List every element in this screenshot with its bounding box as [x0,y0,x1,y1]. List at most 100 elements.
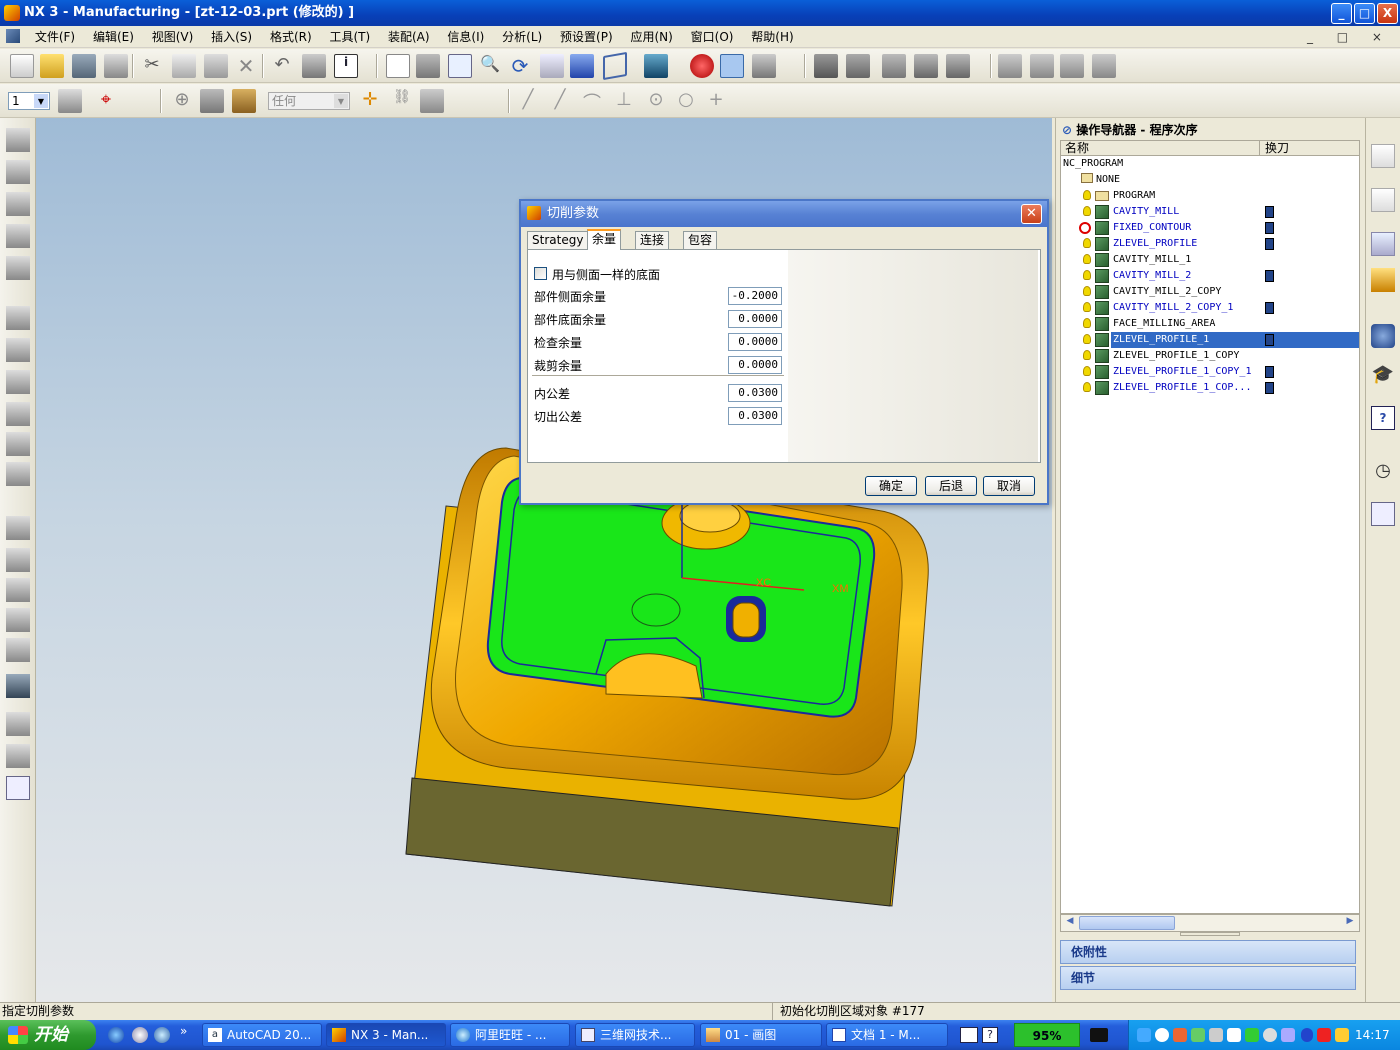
method-icon[interactable] [946,54,970,78]
object-icon[interactable] [6,638,30,662]
menu-format[interactable]: 格式(R) [263,26,319,48]
select-body-icon[interactable] [232,89,256,113]
same-floor-as-side-checkbox[interactable] [534,267,547,280]
tree-root[interactable]: NC_PROGRAM [1063,156,1123,172]
cut-icon[interactable]: ✂ [140,54,164,78]
menu-file[interactable]: 文件(F) [28,26,82,48]
layer-settings-icon[interactable] [58,89,82,113]
output-icon[interactable] [6,776,30,800]
column-toolchange[interactable]: 换刀 [1265,141,1289,155]
fit-icon[interactable] [386,54,410,78]
tool-icon[interactable] [882,54,906,78]
start-button[interactable]: 开始 [0,1020,96,1050]
clock[interactable]: 14:17 [1355,1020,1390,1050]
cancel-button[interactable]: 取消 [983,476,1035,496]
scroll-right-icon[interactable]: ▶ [1343,916,1357,930]
part-tab-icon[interactable] [1371,232,1395,256]
flash-icon[interactable] [1317,1028,1331,1042]
menu-assembly[interactable]: 装配(A) [381,26,437,48]
chevron-down-icon[interactable]: ▼ [334,94,348,108]
open-icon[interactable] [40,54,64,78]
new-icon[interactable] [10,54,34,78]
menu-edit[interactable]: 编辑(E) [86,26,141,48]
chain-icon[interactable]: ⛓ [390,89,414,113]
minimize-button[interactable]: _ [1331,3,1352,24]
trim-stock-input[interactable]: 0.0000 [728,356,782,374]
quick-launch-icon[interactable] [132,1027,148,1043]
create-tool-icon[interactable] [6,160,30,184]
render-mode-icon[interactable] [720,54,744,78]
part-floor-stock-input[interactable]: 0.0000 [728,310,782,328]
create-operation-icon[interactable] [6,256,30,280]
pan-icon[interactable] [540,54,564,78]
dialog-close-button[interactable]: ✕ [1021,204,1042,224]
intersect-icon[interactable]: ⊥ [612,89,636,113]
task-autocad[interactable]: a AutoCAD 20... [202,1023,322,1047]
operation-icon[interactable] [814,54,838,78]
rotate-icon[interactable]: ⟳ [508,54,532,78]
navigator-tab-icon[interactable] [1371,144,1395,168]
simulate-icon[interactable] [6,462,30,486]
info-icon[interactable]: i [334,54,358,78]
program-icon[interactable] [846,54,870,78]
phone-icon[interactable] [1281,1028,1295,1042]
scroll-left-icon[interactable]: ◀ [1063,916,1077,930]
cut-operation-icon[interactable] [6,548,30,572]
tree-item[interactable]: ZLEVEL_PROFILE [1061,236,1359,252]
menu-window[interactable]: 窗口(O) [684,26,741,48]
tree-item[interactable]: CAVITY_MILL [1061,204,1359,220]
bluetooth-icon[interactable] [1301,1028,1313,1042]
copy-icon[interactable] [172,54,196,78]
select-face-icon[interactable] [200,89,224,113]
restore-button[interactable]: □ [1354,3,1375,24]
window-title-bar[interactable]: NX 3 - Manufacturing - [zt-12-03.prt (修改… [0,0,1400,26]
history-tab-icon[interactable]: ◷ [1371,460,1395,484]
panel-dependencies[interactable]: 依附性 [1060,940,1356,964]
generate-path-icon[interactable] [6,306,30,330]
undo-icon[interactable]: ↶ [270,54,294,78]
task-nx[interactable]: NX 3 - Man... [326,1023,446,1047]
paste-icon[interactable] [204,54,228,78]
chevron-right-icon[interactable]: » [180,1024,187,1038]
menu-preferences[interactable]: 预设置(P) [553,26,620,48]
save-icon[interactable] [72,54,96,78]
circle-icon[interactable]: ○ [674,89,698,113]
replay-path-icon[interactable] [6,338,30,362]
create-method-icon[interactable] [6,224,30,248]
path-icon[interactable] [998,54,1022,78]
repeat-icon[interactable] [302,54,326,78]
verify-path-icon[interactable] [6,402,30,426]
plus-icon[interactable]: + [704,89,728,113]
outtol-input[interactable]: 0.0300 [728,407,782,425]
tree-item[interactable]: FIXED_CONTOUR [1061,220,1359,236]
keyboard-icon[interactable] [960,1027,978,1043]
tree-group-none[interactable]: NONE [1081,172,1120,188]
delete-path-icon[interactable] [6,432,30,456]
tab-strategy[interactable]: Strategy [527,231,589,249]
security-icon[interactable] [1191,1028,1205,1042]
tab-connect[interactable]: 连接 [635,231,670,249]
shop-doc-icon[interactable] [1092,54,1116,78]
menu-view[interactable]: 视图(V) [145,26,201,48]
panel-details[interactable]: 细节 [1060,966,1356,990]
paste-operation-icon[interactable] [6,608,30,632]
snap-point-icon[interactable]: ⊕ [170,89,194,113]
qq-icon[interactable] [154,1027,170,1043]
menu-insert[interactable]: 插入(S) [204,26,259,48]
tab-containment[interactable]: 包容 [683,231,718,249]
mdi-controls[interactable]: _ □ × [1307,26,1392,48]
power-icon[interactable] [1335,1028,1349,1042]
training-tab-icon[interactable]: 🎓 [1371,364,1395,388]
ie-icon[interactable] [108,1027,124,1043]
library-tab-icon[interactable] [1371,268,1395,292]
create-program-icon[interactable] [6,128,30,152]
help-tab-icon[interactable]: ? [1371,406,1395,430]
layer-select[interactable]: 1 ▼ [8,92,50,110]
update-icon[interactable] [1245,1028,1259,1042]
wcs-icon[interactable]: ⌖ [94,89,118,113]
tree-item[interactable]: CAVITY_MILL_2 [1061,268,1359,284]
line-icon[interactable]: ╱ [516,89,540,113]
wireframe-cube-icon[interactable] [603,51,627,81]
task-3dportal[interactable]: 三维网技术... [575,1023,695,1047]
task-word[interactable]: 文档 1 - M... [826,1023,948,1047]
